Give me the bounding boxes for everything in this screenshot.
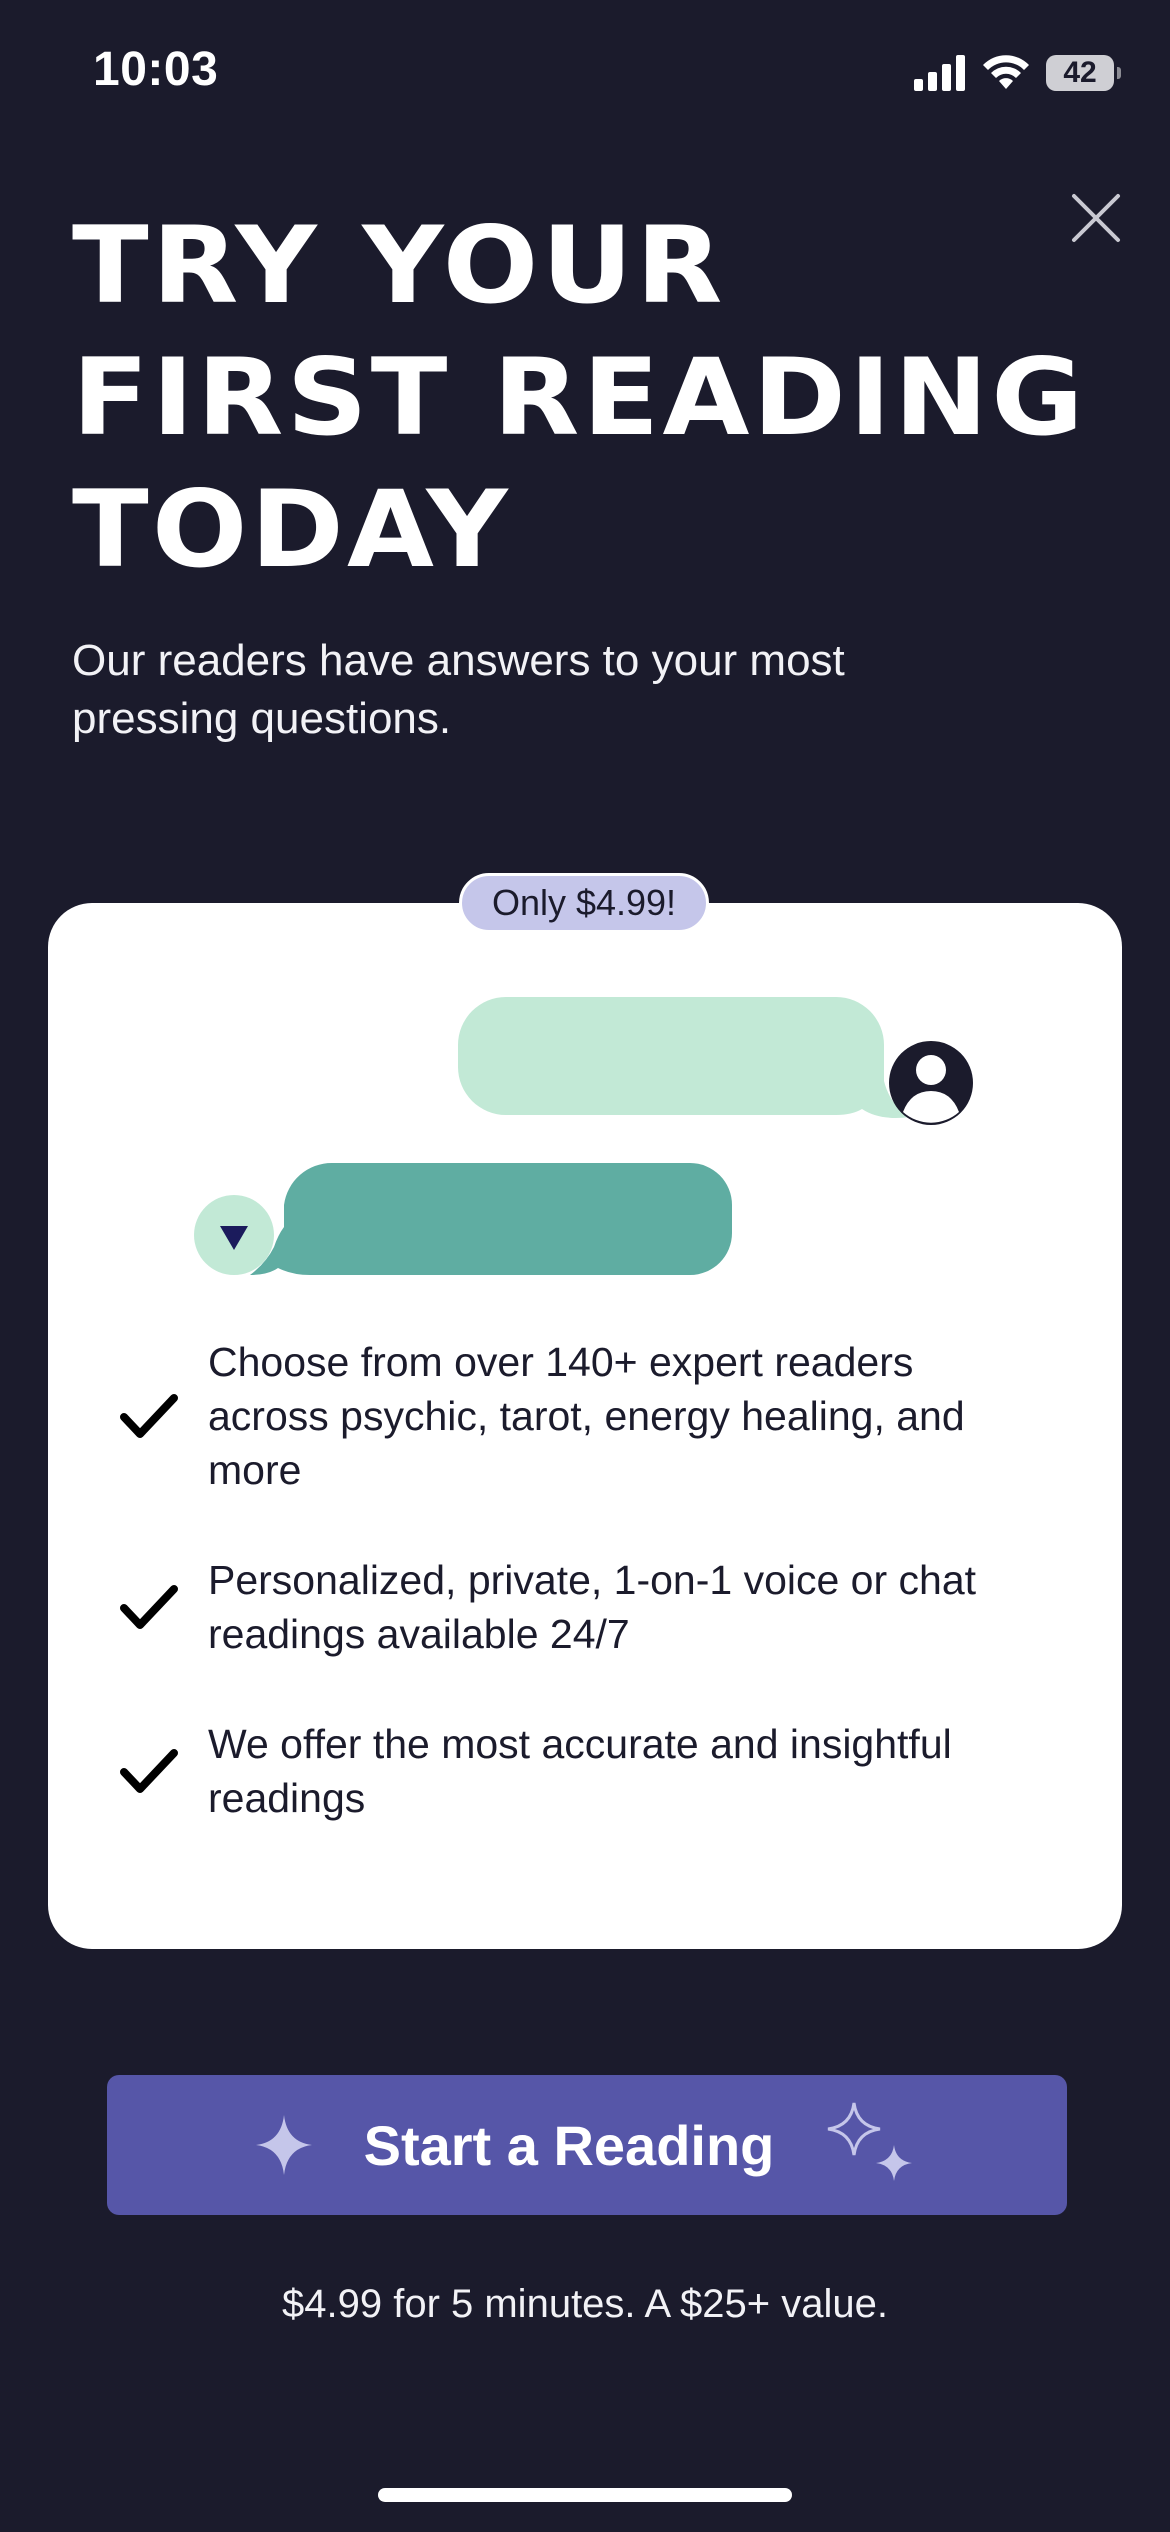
sparkles-icon	[828, 2102, 913, 2181]
battery-indicator: 42	[1046, 55, 1121, 91]
check-icon	[120, 1585, 178, 1629]
feature-text: Personalized, private, 1-on-1 voice or c…	[208, 1557, 977, 1657]
feature-list: Choose from over 140+ expert readers acr…	[118, 1335, 1038, 1881]
sparkle-icon	[255, 2115, 312, 2175]
feature-item: Personalized, private, 1-on-1 voice or c…	[118, 1553, 1038, 1661]
price-note: $4.99 for 5 minutes. A $25+ value.	[282, 2282, 888, 2326]
wifi-icon	[983, 55, 1029, 89]
feature-item: Choose from over 140+ expert readers acr…	[118, 1335, 1038, 1497]
home-indicator	[378, 2488, 792, 2502]
check-icon	[120, 1394, 178, 1438]
start-reading-button[interactable]: Start a Reading	[107, 2075, 1067, 2215]
status-time: 10:03	[93, 43, 219, 96]
feature-item: We offer the most accurate and insightfu…	[118, 1717, 1038, 1825]
check-icon	[120, 1749, 178, 1793]
onboarding-screen: 10:03 42 TRY YOUR FIRST READING TODAY Ou…	[0, 0, 1170, 2532]
title-line-1: TRY YOUR	[72, 204, 726, 327]
user-chat-bubble	[458, 997, 910, 1118]
title-line-3: TODAY	[72, 468, 511, 591]
feature-text: We offer the most accurate and insightfu…	[208, 1721, 952, 1821]
cellular-signal-icon	[914, 55, 965, 91]
feature-text: Choose from over 140+ expert readers acr…	[208, 1339, 965, 1493]
reader-avatar-icon	[194, 1195, 274, 1275]
chat-bubbles-illustration	[194, 997, 973, 1275]
cta-label: Start a Reading	[363, 2113, 775, 2177]
reader-chat-bubble	[250, 1162, 732, 1275]
title-line-2: FIRST READING	[72, 336, 1087, 459]
page-subtitle: Our readers have answers to your most pr…	[72, 636, 845, 743]
status-icons: 42	[914, 50, 1121, 96]
price-badge: Only $4.99!	[459, 873, 709, 933]
page-title: TRY YOUR FIRST READING TODAY	[72, 200, 1170, 596]
user-avatar-icon	[889, 1041, 973, 1125]
